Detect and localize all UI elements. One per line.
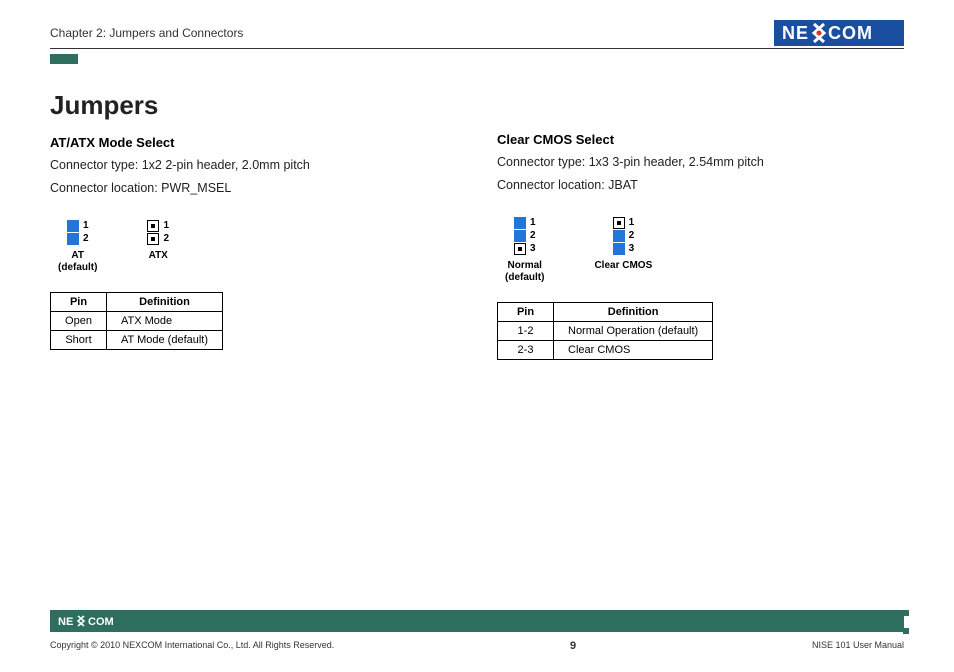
pin-icon (67, 220, 79, 232)
left-heading: AT/ATX Mode Select (50, 135, 457, 150)
accent-marker (50, 54, 78, 64)
pin-icon (613, 243, 625, 255)
left-table: PinDefinition OpenATX Mode ShortAT Mode … (50, 292, 223, 350)
right-heading: Clear CMOS Select (497, 132, 904, 147)
page-number: 9 (570, 640, 576, 652)
pin-icon (613, 217, 625, 229)
right-column: Clear CMOS Select Connector type: 1x3 3-… (497, 90, 904, 360)
header-rule (50, 48, 904, 49)
left-desc-1: Connector type: 1x2 2-pin header, 2.0mm … (50, 156, 457, 175)
svg-text:COM: COM (828, 23, 873, 43)
pin-icon (613, 230, 625, 242)
pin-icon (514, 217, 526, 229)
jumper-normal: 1 2 3 Normal(default) (505, 217, 544, 284)
chapter-title: Chapter 2: Jumpers and Connectors (50, 26, 243, 40)
pin-icon (67, 233, 79, 245)
left-desc-2: Connector location: PWR_MSEL (50, 179, 457, 198)
nexcom-logo-footer: NE COM (58, 614, 138, 628)
svg-text:COM: COM (88, 616, 114, 628)
jumper-at: 1 2 AT(default) (58, 220, 97, 274)
section-title: Jumpers (50, 90, 457, 121)
left-diagrams: 1 2 AT(default) 1 2 ATX (58, 220, 457, 274)
jumper-clear-cmos: 1 2 3 Clear CMOS (594, 217, 652, 284)
svg-text:NE: NE (782, 23, 809, 43)
footer-deco-icon (894, 610, 910, 634)
right-desc-2: Connector location: JBAT (497, 176, 904, 195)
svg-text:NE: NE (58, 616, 73, 628)
pin-icon (514, 243, 526, 255)
copyright-text: Copyright © 2010 NEXCOM International Co… (50, 640, 334, 652)
left-column: Jumpers AT/ATX Mode Select Connector typ… (50, 90, 457, 360)
pin-icon (147, 233, 159, 245)
right-diagrams: 1 2 3 Normal(default) 1 2 3 Clear CMOS (505, 217, 904, 284)
right-table: PinDefinition 1-2Normal Operation (defau… (497, 302, 713, 360)
right-desc-1: Connector type: 1x3 3-pin header, 2.54mm… (497, 153, 904, 172)
doc-title: NISE 101 User Manual (812, 640, 904, 652)
nexcom-logo: NE COM (774, 20, 904, 46)
jumper-atx: 1 2 ATX (147, 220, 169, 274)
pin-icon (147, 220, 159, 232)
pin-icon (514, 230, 526, 242)
footer-bar: NE COM (50, 610, 904, 632)
